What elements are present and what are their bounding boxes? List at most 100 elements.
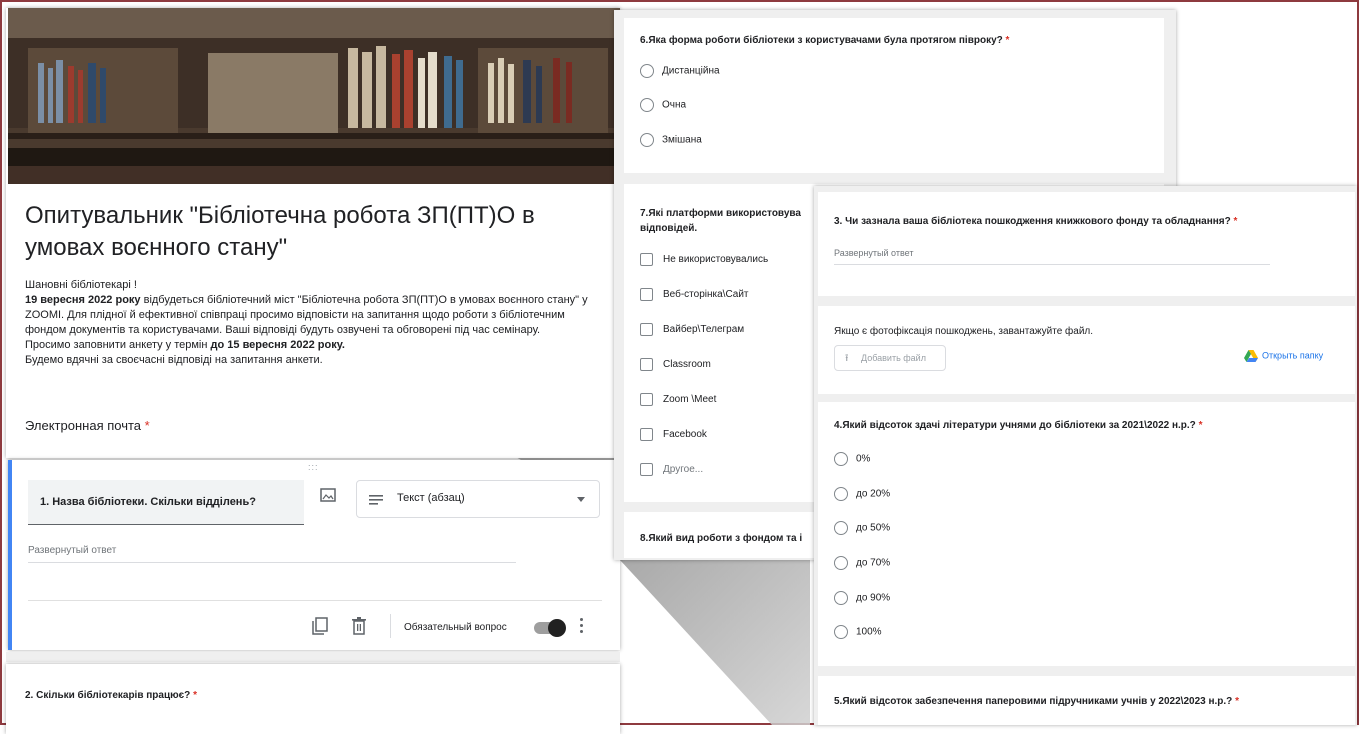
question-type-label: Текст (абзац) bbox=[397, 492, 465, 504]
required-asterisk: * bbox=[193, 690, 197, 701]
option-label: Вайбер\Телеграм bbox=[663, 324, 745, 336]
question-7-title: 7.Які платформи використовува відповідей… bbox=[640, 206, 801, 236]
radio-button[interactable] bbox=[834, 487, 848, 501]
question-4-title: 4.Який відсоток здачі літератури учнями … bbox=[834, 420, 1202, 431]
thanks-text: Будемо вдячні за своєчасні відповіді на … bbox=[25, 354, 323, 366]
email-field-label: Электронная почта * bbox=[25, 418, 150, 433]
trash-icon bbox=[352, 617, 366, 635]
required-toggle[interactable] bbox=[534, 619, 566, 637]
radio-option[interactable]: Очна bbox=[640, 98, 686, 112]
question-2-title: 2. Скільки бібліотекарів працює? * bbox=[25, 690, 197, 701]
option-label: до 50% bbox=[856, 522, 891, 534]
checkbox-option[interactable]: Classroom bbox=[640, 358, 711, 371]
radio-button[interactable] bbox=[834, 452, 848, 466]
radio-button[interactable] bbox=[834, 521, 848, 535]
question-6-text: 6.Яка форма роботи бібліотеки з користув… bbox=[640, 35, 1003, 46]
question-title-input[interactable]: 1. Назва бібліотеки. Скільки відділень? bbox=[28, 480, 304, 525]
radio-button[interactable] bbox=[834, 625, 848, 639]
option-label: Не використовувались bbox=[663, 254, 769, 266]
option-label: Змішана bbox=[662, 134, 702, 146]
question-7-text: 7.Які платформи використовува bbox=[640, 208, 801, 219]
add-image-button[interactable] bbox=[320, 488, 336, 502]
checkbox[interactable] bbox=[640, 358, 653, 371]
banner-bottom-bar bbox=[8, 166, 620, 184]
paragraph-icon bbox=[369, 495, 383, 505]
radio-button[interactable] bbox=[640, 64, 654, 78]
deadline-date: до 15 вересня 2022 року. bbox=[210, 339, 345, 351]
footer-divider bbox=[28, 600, 602, 601]
checkbox[interactable] bbox=[640, 288, 653, 301]
checkbox-option-other[interactable]: Другое... bbox=[640, 463, 703, 476]
question-4-text: 4.Який відсоток здачі літератури учнями … bbox=[834, 420, 1196, 431]
radio-option[interactable]: до 70% bbox=[834, 556, 890, 570]
deadline-text: Просимо заповнити анкету у термін bbox=[25, 339, 211, 351]
delete-button[interactable] bbox=[352, 617, 366, 635]
checkbox[interactable] bbox=[640, 323, 653, 336]
option-label: Zoom \Meet bbox=[663, 394, 717, 406]
card-gap bbox=[6, 652, 620, 662]
form-description: Шановні бібліотекарі ! 19 вересня 2022 р… bbox=[25, 278, 590, 368]
question-7-text-2: відповідей. bbox=[640, 223, 698, 234]
checkbox-option[interactable]: Zoom \Meet bbox=[640, 393, 716, 406]
open-folder-link[interactable]: Открыть папку bbox=[1244, 350, 1323, 362]
question-type-select[interactable]: Текст (абзац) bbox=[356, 480, 600, 518]
open-folder-text: Открыть папку bbox=[1262, 350, 1324, 361]
radio-option[interactable]: до 50% bbox=[834, 521, 890, 535]
option-label: 100% bbox=[856, 626, 882, 638]
option-label: 0% bbox=[856, 453, 871, 465]
toolbar-divider bbox=[390, 614, 391, 638]
option-label: Очна bbox=[662, 99, 687, 111]
option-label: Facebook bbox=[663, 429, 707, 441]
option-label: Веб-сторінка\Сайт bbox=[663, 289, 749, 301]
radio-button[interactable] bbox=[640, 98, 654, 112]
checkbox-option[interactable]: Facebook bbox=[640, 428, 707, 441]
answer-placeholder: Развернутый ответ bbox=[28, 545, 117, 556]
option-label: Classroom bbox=[663, 359, 711, 371]
toggle-knob bbox=[548, 619, 566, 637]
duplicate-button[interactable] bbox=[312, 617, 328, 635]
radio-option[interactable]: до 20% bbox=[834, 487, 890, 501]
option-label: до 90% bbox=[856, 592, 891, 604]
deadline-line: Просимо заповнити анкету у термін до 15 … bbox=[25, 338, 590, 353]
required-asterisk: * bbox=[1005, 35, 1010, 46]
radio-button[interactable] bbox=[834, 591, 848, 605]
drag-handle[interactable]: ::: bbox=[308, 462, 319, 472]
form-title: Опитувальник "Бібліотечна робота ЗП(ПТ)О… bbox=[25, 202, 535, 261]
checkbox-option[interactable]: Вайбер\Телеграм bbox=[640, 323, 744, 336]
required-toggle-label: Обязательный вопрос bbox=[404, 622, 507, 633]
image-icon bbox=[320, 488, 336, 502]
question-5-text: 5.Який відсоток забезпечення паперовими … bbox=[834, 696, 1233, 707]
checkbox-option[interactable]: Веб-сторінка\Сайт bbox=[640, 288, 749, 301]
radio-option[interactable]: 100% bbox=[834, 625, 882, 639]
greeting-text: Шановні бібліотекарі ! bbox=[25, 279, 137, 291]
radio-option[interactable]: Дистанційна bbox=[640, 64, 720, 78]
question-6-title: 6.Яка форма роботи бібліотеки з користув… bbox=[640, 35, 1009, 46]
question-3-title: 3. Чи зазнала ваша бібліотека пошкодженн… bbox=[834, 216, 1237, 227]
question-title-text: 1. Назва бібліотеки. Скільки відділень? bbox=[40, 496, 256, 508]
answer-underline bbox=[28, 562, 516, 563]
more-options-icon[interactable] bbox=[580, 618, 584, 636]
answer-underline bbox=[834, 264, 1270, 265]
checkbox[interactable] bbox=[640, 463, 653, 476]
radio-option[interactable]: Змішана bbox=[640, 133, 702, 147]
checkbox[interactable] bbox=[640, 393, 653, 406]
add-file-label: Добавить файл bbox=[861, 353, 926, 363]
radio-button[interactable] bbox=[834, 556, 848, 570]
add-file-button[interactable]: ⭱ Добавить файл bbox=[834, 345, 946, 371]
required-asterisk: * bbox=[1198, 420, 1203, 431]
radio-option[interactable]: 0% bbox=[834, 452, 870, 466]
question-3-text: 3. Чи зазнала ваша бібліотека пошкодженн… bbox=[834, 216, 1231, 227]
required-asterisk: * bbox=[1235, 696, 1239, 707]
option-label: до 70% bbox=[856, 557, 891, 569]
radio-option[interactable]: до 90% bbox=[834, 591, 890, 605]
checkbox[interactable] bbox=[640, 253, 653, 266]
option-label: Другое... bbox=[663, 464, 704, 476]
checkbox-option[interactable]: Не використовувались bbox=[640, 253, 768, 266]
radio-button[interactable] bbox=[640, 133, 654, 147]
answer-placeholder: Развернутый ответ bbox=[834, 248, 914, 258]
option-label: до 20% bbox=[856, 488, 891, 500]
required-asterisk: * bbox=[144, 418, 150, 433]
required-asterisk: * bbox=[1233, 216, 1238, 227]
checkbox[interactable] bbox=[640, 428, 653, 441]
upload-icon: ⭱ bbox=[845, 353, 849, 364]
